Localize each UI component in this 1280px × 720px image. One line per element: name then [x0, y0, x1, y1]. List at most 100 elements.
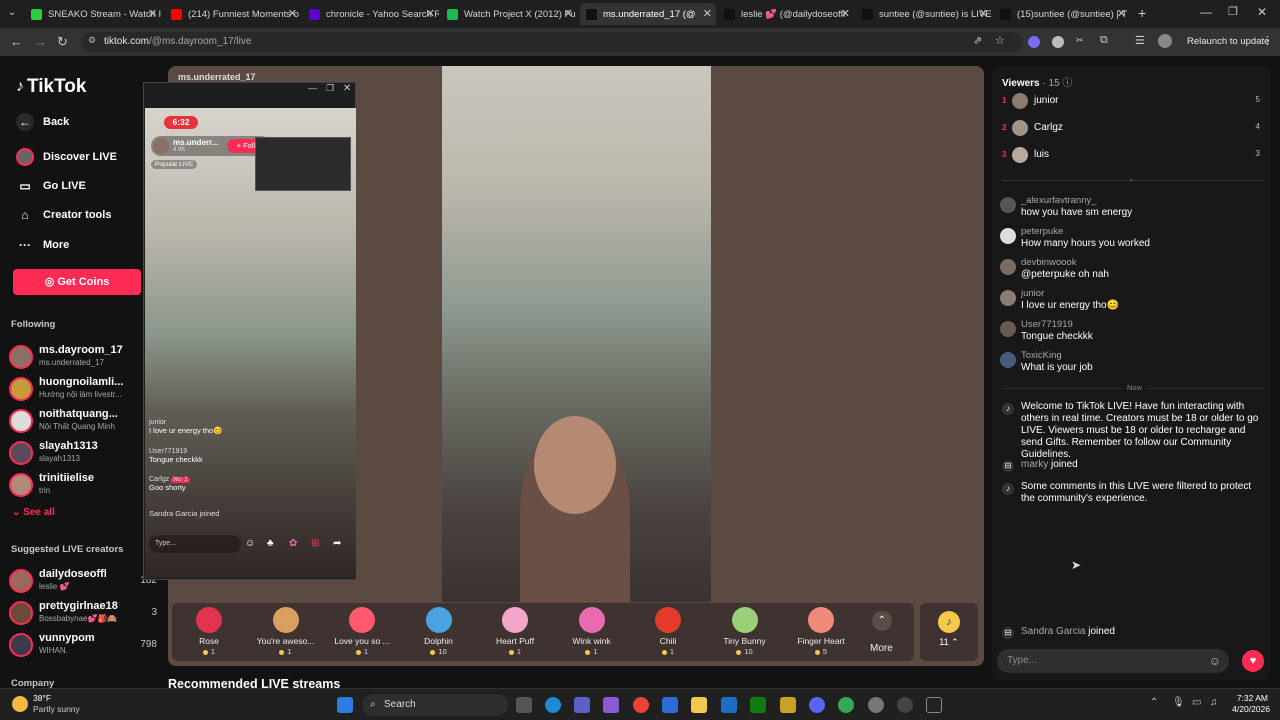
host-pill[interactable]: ms.underr... 4.9K + Follo: [151, 136, 271, 156]
gift-item[interactable]: Dolphin 10: [404, 607, 474, 656]
profile-avatar[interactable]: [1158, 34, 1172, 48]
minimize-icon[interactable]: —: [308, 83, 317, 93]
tiktok-logo[interactable]: ♪ TikTok: [16, 76, 86, 98]
top-viewer-row[interactable]: 1 junior 5: [1002, 92, 1264, 112]
clock-date[interactable]: 4/20/2026: [1226, 704, 1270, 714]
comment-user[interactable]: junior: [1021, 288, 1044, 299]
new-tab-button[interactable]: +: [1138, 5, 1146, 21]
forward-arrow-icon[interactable]: →: [34, 34, 47, 49]
site-info-icon[interactable]: ⚙: [88, 35, 96, 46]
following-account[interactable]: ms.dayroom_17 ms.underrated_17: [9, 343, 161, 371]
relaunch-button[interactable]: Relaunch to update: [1187, 36, 1269, 47]
browser-tab[interactable]: chronicle - Yahoo Search R ✕: [303, 3, 439, 25]
reading-list-icon[interactable]: ☰: [1135, 34, 1145, 47]
more-gifts-button[interactable]: More: [870, 643, 893, 654]
following-account[interactable]: slayah1313 slayah1313: [9, 439, 161, 467]
gift-item[interactable]: Love you so ... 1: [327, 607, 397, 656]
network-icon[interactable]: ▭: [1192, 697, 1201, 708]
store-icon[interactable]: [662, 697, 678, 713]
url-field[interactable]: tiktok.com/@ms.dayroom_17/live: [82, 32, 1022, 52]
chat-input[interactable]: Type... ☺: [997, 649, 1229, 673]
following-account[interactable]: trinitiielise trin: [9, 471, 161, 499]
emoji-icon[interactable]: ☺: [245, 538, 255, 549]
cloud-extension-icon[interactable]: [1052, 36, 1064, 48]
share-icon[interactable]: ➦: [333, 538, 341, 549]
nav-creator-tools[interactable]: ⌂ Creator tools: [16, 206, 111, 224]
browser-tab[interactable]: (15)suntiee (@suntiee) | T ✕: [994, 3, 1130, 25]
back-arrow-icon[interactable]: ←: [10, 34, 23, 49]
tray-chevron-icon[interactable]: ⌃: [1150, 697, 1158, 708]
task-view-icon[interactable]: [516, 697, 532, 713]
gift-item[interactable]: Chili 1: [633, 607, 703, 656]
gift-item[interactable]: You're aweso... 1: [251, 607, 321, 656]
browser-tab[interactable]: suntiee (@suntiee) is LIVE ✕: [856, 3, 992, 25]
clock-time[interactable]: 7:32 AM: [1234, 693, 1268, 703]
weather-sun-icon[interactable]: [12, 696, 28, 712]
open-in-app-icon[interactable]: ⇗: [973, 34, 982, 47]
maximize-icon[interactable]: ❐: [326, 83, 334, 94]
reload-icon[interactable]: ↻: [57, 34, 68, 50]
close-tab-icon[interactable]: ✕: [979, 7, 988, 20]
discord-icon[interactable]: [809, 697, 825, 713]
edge-icon[interactable]: [545, 697, 561, 713]
gift-item[interactable]: Rose 1: [174, 607, 244, 656]
extensions-puzzle-icon[interactable]: ⧉: [1100, 34, 1108, 47]
rose-gift-icon[interactable]: ✿: [289, 538, 297, 549]
info-icon[interactable]: ⓘ: [1062, 78, 1072, 89]
gift-icon[interactable]: ⊞: [311, 538, 319, 549]
tab-search-icon[interactable]: ⌄: [8, 7, 16, 18]
back-button[interactable]: ← Back: [16, 113, 69, 131]
close-tab-icon[interactable]: ✕: [288, 7, 297, 20]
extension-icon[interactable]: ✂: [1076, 35, 1084, 46]
close-tab-icon[interactable]: ✕: [1117, 7, 1126, 20]
nav-more[interactable]: ··· More: [16, 236, 69, 254]
close-tab-icon[interactable]: ✕: [703, 7, 712, 20]
comment-user[interactable]: peterpuke: [1021, 226, 1063, 237]
top-viewer-row[interactable]: 2 Carlgz 4: [1002, 119, 1264, 139]
viewers-header[interactable]: Viewers · 15 ⓘ: [1002, 74, 1072, 89]
app-icon[interactable]: [897, 697, 913, 713]
chrome-active-icon[interactable]: [838, 697, 854, 713]
close-tab-icon[interactable]: ✕: [148, 7, 157, 20]
chevron-down-icon[interactable]: ⌄: [1128, 174, 1135, 183]
windows-start-icon[interactable]: [337, 697, 353, 713]
suggested-account[interactable]: prettygirlnae18 Bossbabynae💕🎒🙈 3: [9, 599, 161, 627]
joined-user[interactable]: marky: [1021, 459, 1048, 470]
heart-like-button[interactable]: ♥: [1242, 650, 1264, 672]
teams-icon[interactable]: [574, 697, 590, 713]
app-icon[interactable]: [721, 697, 737, 713]
live-video[interactable]: [442, 66, 711, 602]
close-tab-icon[interactable]: ✕: [564, 7, 573, 20]
copilot-icon[interactable]: [603, 697, 619, 713]
coin-balance[interactable]: ♪ 11 ⌃: [920, 603, 978, 661]
close-tab-icon[interactable]: ✕: [426, 7, 435, 20]
weather-temp[interactable]: 38°F: [33, 693, 51, 703]
following-account[interactable]: noithatquang... Nội Thất Quang Minh: [9, 407, 161, 435]
guests-icon[interactable]: ♣: [267, 538, 274, 549]
comment-user[interactable]: ToxicKing: [1021, 350, 1062, 361]
browser-tab[interactable]: SNEAKO Stream - Watch I ✕: [25, 3, 161, 25]
following-account[interactable]: huongnoilamli... Hướng nội làm livestr..…: [9, 375, 161, 403]
minimize-window-button[interactable]: —: [1200, 5, 1212, 19]
phone-screen[interactable]: 6:32 ms.underr... 4.9K + Follo Popular L…: [145, 108, 356, 578]
maximize-window-button[interactable]: ❐: [1228, 5, 1238, 18]
comment-user[interactable]: _alexurfavtranny_: [1021, 195, 1097, 206]
comment-user[interactable]: devbinwoook: [1021, 257, 1076, 268]
browser-tab[interactable]: Watch Project X (2012) Fu ✕: [441, 3, 577, 25]
browser-tab[interactable]: ms.underrated_17 (@ ✕: [580, 3, 716, 25]
comment-user[interactable]: User771919: [1021, 319, 1073, 330]
gift-item[interactable]: Finger Heart 5: [786, 607, 856, 656]
popup-chat-input[interactable]: Type...: [149, 535, 241, 553]
host-label[interactable]: ms.underrated_17: [178, 72, 256, 82]
see-all-link[interactable]: ⌄ See all: [12, 507, 55, 518]
gift-item[interactable]: Heart Puff 1: [480, 607, 550, 656]
browser-tab[interactable]: leslie 💕 (@dailydoseoffl ✕: [718, 3, 854, 25]
taskbar-search[interactable]: ⌕ Search: [362, 694, 508, 716]
file-explorer-icon[interactable]: [691, 697, 707, 713]
weather-desc[interactable]: Partly sunny: [33, 704, 80, 714]
settings-gear-icon[interactable]: [868, 697, 884, 713]
gift-item[interactable]: Wink wink 1: [557, 607, 627, 656]
nav-go-live[interactable]: ▭ Go LIVE: [16, 177, 85, 195]
bookmark-star-icon[interactable]: ☆: [995, 34, 1005, 47]
get-coins-button[interactable]: ◎ Get Coins: [13, 269, 141, 295]
